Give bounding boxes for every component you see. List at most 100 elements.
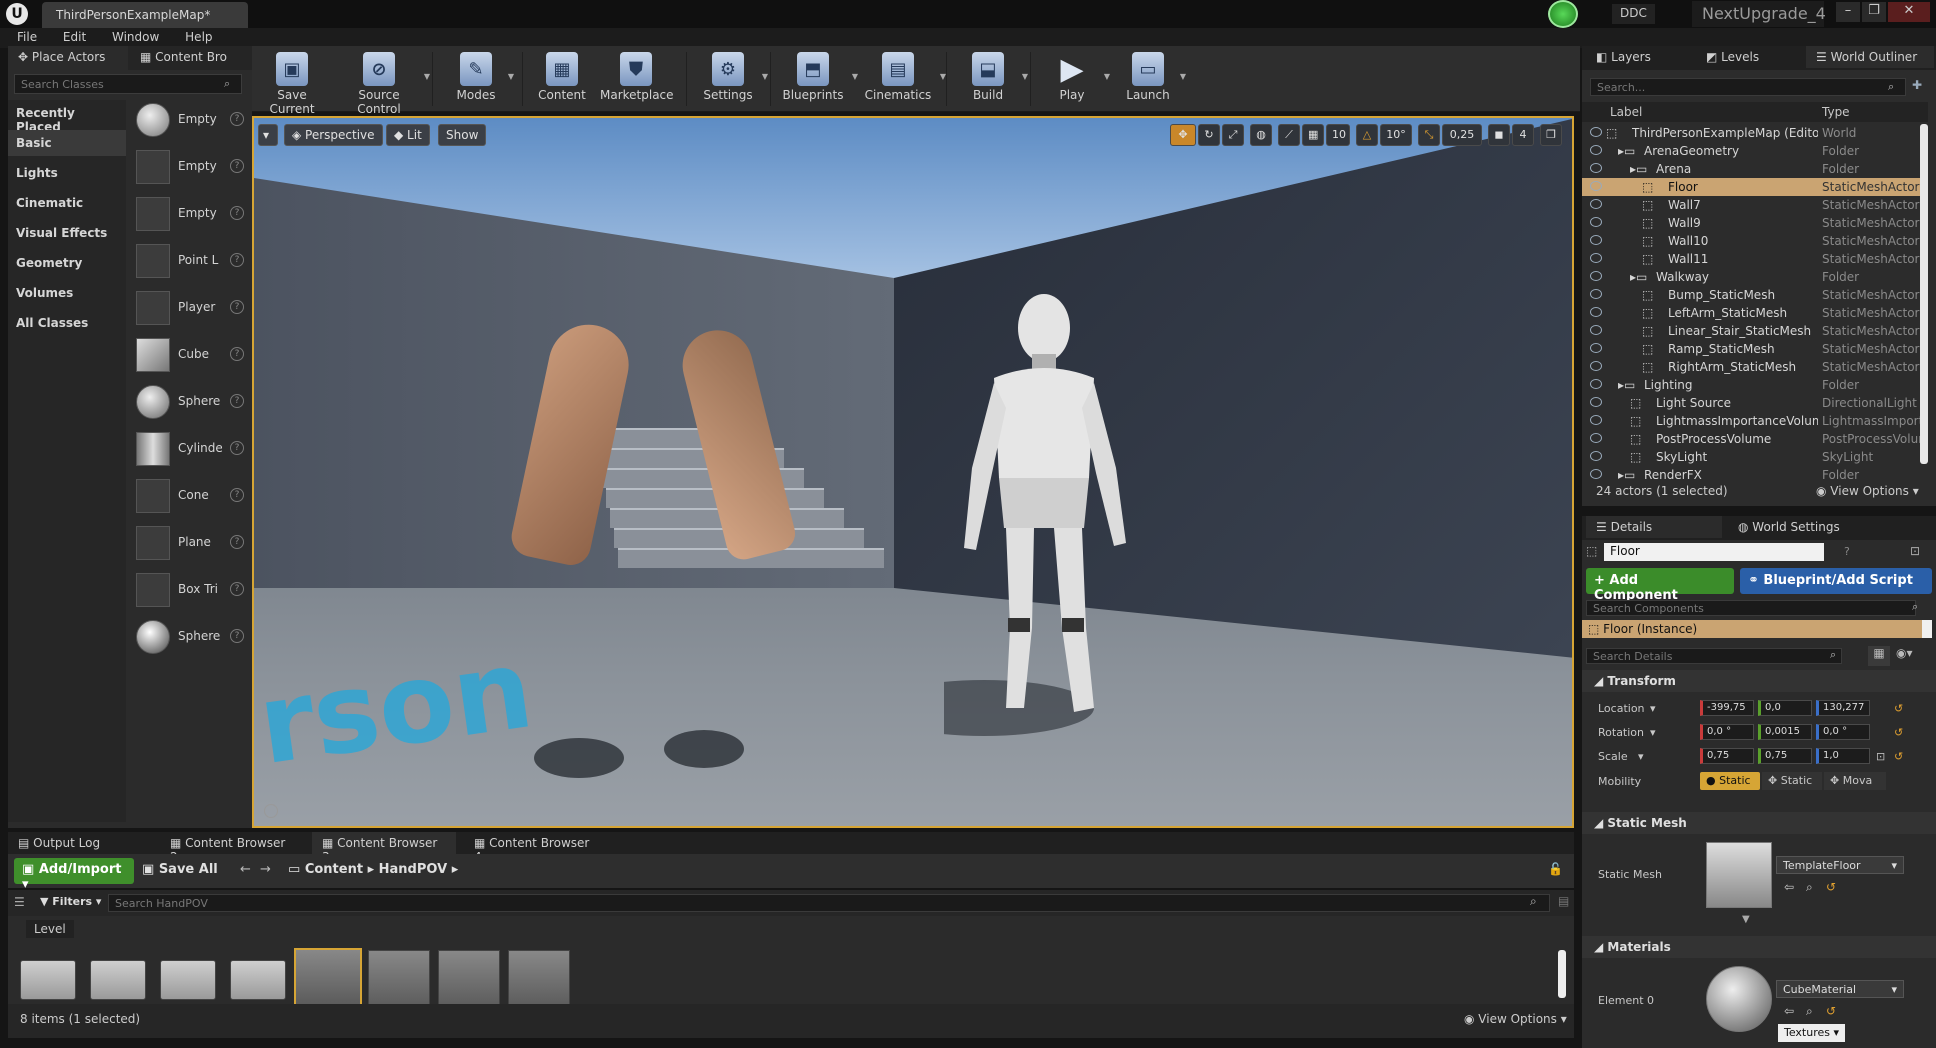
search-classes-input[interactable]: Search Classes: [14, 74, 242, 94]
menu-window[interactable]: Window: [101, 28, 170, 46]
location-z-field[interactable]: 130,277: [1816, 700, 1870, 716]
search-details-input[interactable]: Search Details: [1586, 648, 1842, 664]
dropdown-arrow-icon[interactable]: ▾: [1650, 726, 1656, 739]
tab-layers[interactable]: ◧ Layers: [1586, 46, 1692, 68]
outliner-row[interactable]: ⬚ Wall10 StaticMeshActor: [1582, 232, 1928, 250]
visibility-eye-icon[interactable]: [1590, 271, 1602, 281]
tab-world-outliner[interactable]: ☰ World Outliner: [1806, 46, 1934, 68]
help-icon[interactable]: ?: [230, 394, 244, 408]
level-filter-chip[interactable]: Level: [26, 920, 74, 938]
actor-item[interactable]: Point L?: [132, 241, 250, 281]
camera-speed-value[interactable]: 4: [1512, 124, 1534, 146]
visibility-eye-icon[interactable]: [1590, 307, 1602, 317]
map-tab[interactable]: ThirdPersonExampleMap*: [42, 2, 248, 28]
help-icon[interactable]: ?: [230, 488, 244, 502]
translate-tool-icon[interactable]: ✥: [1170, 124, 1196, 146]
rotate-tool-icon[interactable]: ↻: [1198, 124, 1220, 146]
component-floor-instance[interactable]: ⬚ Floor (Instance): [1582, 620, 1922, 638]
menu-edit[interactable]: Edit: [52, 28, 97, 46]
dropdown-arrow-icon[interactable]: ▼: [852, 72, 858, 81]
visibility-eye-icon[interactable]: [1590, 433, 1602, 443]
visibility-eye-icon[interactable]: [1590, 217, 1602, 227]
outliner-row[interactable]: ⬚ LightmassImportanceVolume LightmassImpor…: [1582, 412, 1928, 430]
modes-button[interactable]: ✎ Modes ▼: [448, 46, 514, 112]
outliner-row[interactable]: ▸▭ RenderFX Folder: [1582, 466, 1928, 480]
settings-button[interactable]: ⚙ Settings ▼: [698, 46, 768, 112]
expand-arrow-icon[interactable]: ▼: [1742, 914, 1750, 925]
viewport-info-icon[interactable]: [264, 804, 278, 818]
save-all-button[interactable]: ▣ Save All: [142, 862, 218, 877]
folder-icon[interactable]: [90, 960, 146, 1000]
sources-toggle-icon[interactable]: ☰: [14, 895, 25, 909]
tab-content-browser[interactable]: ▦ Content Bro: [130, 46, 248, 70]
scale-tool-icon[interactable]: ⤢: [1222, 124, 1244, 146]
back-arrow-icon[interactable]: ←: [240, 862, 251, 877]
static-mesh-section[interactable]: ◢ Static Mesh: [1582, 812, 1936, 834]
scrollbar[interactable]: [1920, 124, 1928, 464]
category-all-classes[interactable]: All Classes: [8, 310, 126, 336]
visibility-eye-icon[interactable]: [1590, 415, 1602, 425]
visibility-eye-icon[interactable]: [1590, 451, 1602, 461]
tab-content-browser-2[interactable]: ▦ Content Browser 2: [160, 832, 304, 864]
rotation-y-field[interactable]: 0,0015: [1758, 724, 1812, 740]
actor-item[interactable]: Sphere?: [132, 382, 250, 422]
actor-item[interactable]: Empty?: [132, 100, 250, 140]
rotation-snap-value[interactable]: 10°: [1380, 124, 1412, 146]
outliner-row[interactable]: ⬚ Ramp_StaticMesh StaticMeshActor: [1582, 340, 1928, 358]
visibility-eye-icon[interactable]: [1590, 469, 1602, 479]
rotation-snap-icon[interactable]: △: [1356, 124, 1378, 146]
reset-icon[interactable]: ↺: [1826, 1004, 1836, 1018]
folder-icon[interactable]: [160, 960, 216, 1000]
use-selected-icon[interactable]: ⇦: [1784, 880, 1794, 894]
reset-icon[interactable]: ↺: [1894, 726, 1903, 739]
tab-world-settings[interactable]: ◍ World Settings: [1728, 516, 1878, 538]
property-matrix-icon[interactable]: ▦: [1868, 646, 1890, 666]
visibility-eye-icon[interactable]: [1590, 343, 1602, 353]
outliner-search-input[interactable]: Search...: [1590, 78, 1906, 96]
view-options-button[interactable]: ◉ View Options ▾: [1816, 484, 1919, 498]
category-basic[interactable]: Basic: [8, 130, 126, 156]
maximize-icon[interactable]: ❐: [1862, 2, 1886, 22]
actor-name-input[interactable]: Floor: [1604, 543, 1824, 561]
help-icon[interactable]: ?: [230, 206, 244, 220]
folder-icon[interactable]: [230, 960, 286, 1000]
visibility-eye-icon[interactable]: [1590, 235, 1602, 245]
actor-item[interactable]: Cone?: [132, 476, 250, 516]
help-icon[interactable]: ?: [230, 582, 244, 596]
build-button[interactable]: ⬓ Build ▼: [958, 46, 1028, 112]
cinematics-button[interactable]: ▤ Cinematics ▼: [860, 46, 946, 112]
visibility-eye-icon[interactable]: [1590, 163, 1602, 173]
outliner-row[interactable]: ⬚ Wall9 StaticMeshActor: [1582, 214, 1928, 232]
location-label[interactable]: Location: [1598, 702, 1645, 715]
col-type[interactable]: Type: [1822, 105, 1850, 119]
blueprint-add-script-button[interactable]: ⚭ Blueprint/Add Script: [1740, 568, 1932, 594]
tab-content-browser-3[interactable]: ▦ Content Browser 3: [312, 832, 456, 864]
reset-icon[interactable]: ↺: [1826, 880, 1836, 894]
visibility-eye-icon[interactable]: [1590, 181, 1602, 191]
visibility-eye-icon[interactable]: [1590, 199, 1602, 209]
perspective-button[interactable]: ◈ Perspective: [284, 124, 383, 146]
lock-icon[interactable]: 🔓: [1548, 862, 1563, 876]
category-visual-effects[interactable]: Visual Effects: [8, 220, 126, 246]
actor-item[interactable]: Player?: [132, 288, 250, 328]
category-cinematic[interactable]: Cinematic: [8, 190, 126, 216]
location-y-field[interactable]: 0,0: [1758, 700, 1812, 716]
lock-icon[interactable]: ⊡: [1910, 544, 1920, 558]
search-components-input[interactable]: Search Components: [1586, 600, 1916, 616]
dropdown-arrow-icon[interactable]: ▾: [1650, 702, 1656, 715]
dropdown-arrow-icon[interactable]: ▼: [1022, 72, 1028, 81]
materials-section[interactable]: ◢ Materials: [1582, 936, 1936, 958]
actor-item[interactable]: Sphere?: [132, 617, 250, 657]
browse-icon[interactable]: ⌕: [1806, 1004, 1813, 1019]
material-thumbnail[interactable]: [1706, 966, 1772, 1032]
rotation-z-field[interactable]: 0,0 °: [1816, 724, 1870, 740]
category-geometry[interactable]: Geometry: [8, 250, 126, 276]
actor-item[interactable]: Box Tri?: [132, 570, 250, 610]
lit-button[interactable]: ◆ Lit: [386, 124, 430, 146]
help-icon[interactable]: ?: [230, 112, 244, 126]
minimize-icon[interactable]: –: [1836, 2, 1860, 22]
tab-levels[interactable]: ◩ Levels: [1696, 46, 1802, 68]
scale-snap-value[interactable]: 0,25: [1442, 124, 1482, 146]
folder-icon[interactable]: [20, 960, 76, 1000]
tab-content-browser-4[interactable]: ▦ Content Browser 4: [464, 832, 608, 864]
